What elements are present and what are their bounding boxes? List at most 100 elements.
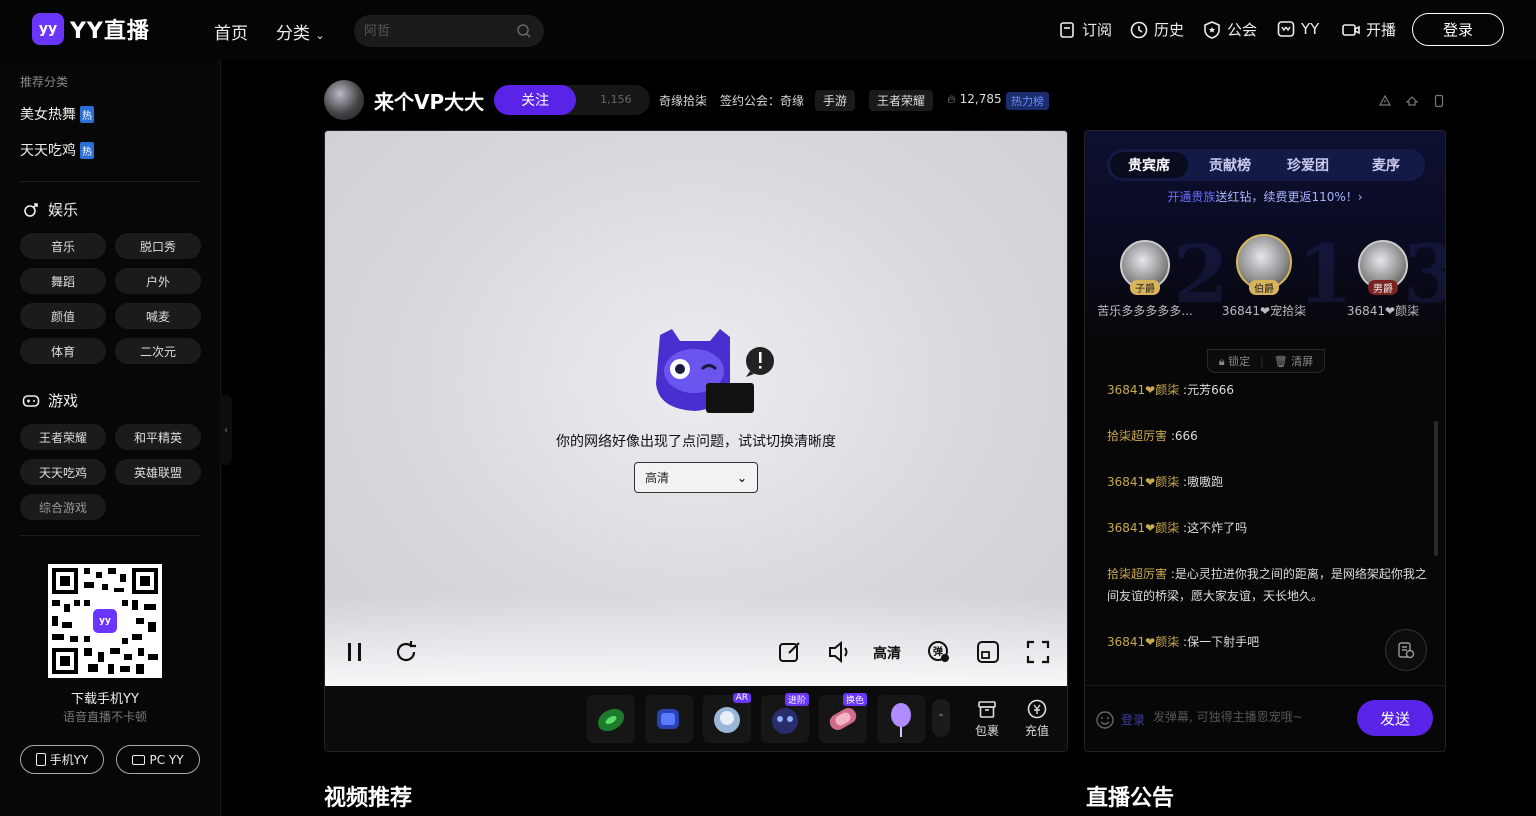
pc-yy-button[interactable]: PC YY xyxy=(116,745,200,774)
tab-fan-club[interactable]: 珍爱团 xyxy=(1269,149,1347,181)
nav-subscribe[interactable]: 订阅 xyxy=(1057,19,1112,40)
divider xyxy=(20,535,200,536)
heat-rank-badge[interactable]: 热力榜 xyxy=(1006,92,1049,110)
login-tag[interactable]: 登录 xyxy=(1121,711,1145,728)
channel-name[interactable]: 奇缘拾柒 xyxy=(659,92,707,109)
chip-anime[interactable]: 二次元 xyxy=(115,338,201,364)
chat-filter-button[interactable] xyxy=(1385,629,1427,671)
nav-category[interactable]: 分类 ⌄ xyxy=(276,19,325,44)
volume-button[interactable] xyxy=(825,637,855,667)
bag-button[interactable]: 包裹 xyxy=(967,698,1007,739)
recharge-button[interactable]: 充值 xyxy=(1017,698,1057,739)
quality-select[interactable]: 高清 ⌄ xyxy=(634,462,758,493)
pip-button[interactable] xyxy=(973,637,1003,667)
vip-seat[interactable]: 男爵 36841❤颜柒 xyxy=(1328,240,1438,319)
rank-header: 贵宾席 贡献榜 珍爱团 麦序 开通贵族送红钻，续费更返110%！› 2 1 3 … xyxy=(1085,131,1445,351)
noble-promo[interactable]: 开通贵族送红钻，续费更返110%！› xyxy=(1085,188,1445,205)
chip-kings[interactable]: 王者荣耀 xyxy=(20,424,106,450)
chat-user[interactable]: 36841❤颜柒 xyxy=(1107,521,1179,535)
mobile-yy-button[interactable]: 手机YY xyxy=(20,745,104,774)
chip-dance[interactable]: 舞蹈 xyxy=(20,268,106,294)
video-recommend-title: 视频推荐 xyxy=(324,786,413,811)
vip-seat[interactable]: 伯爵 36841❤宠拾柒 xyxy=(1209,234,1319,319)
pause-button[interactable] xyxy=(340,637,370,667)
gift-balloon-icon xyxy=(891,703,911,737)
picture-in-picture-icon xyxy=(977,641,999,663)
danmu-input[interactable] xyxy=(1153,710,1343,724)
chat-text: 保一下射手吧 xyxy=(1187,635,1260,649)
live-notice-title: 直播公告 xyxy=(1086,786,1175,811)
gamepad-icon xyxy=(22,394,40,407)
pause-icon xyxy=(348,643,361,661)
sidebar-hot-item[interactable]: 美女热舞 热 xyxy=(20,104,94,124)
guild-name[interactable]: 签约公会：奇缘 xyxy=(720,92,804,109)
chip-shout[interactable]: 喊麦 xyxy=(115,303,201,329)
phone-icon[interactable] xyxy=(1432,94,1446,108)
gift-item[interactable]: 进阶 xyxy=(761,693,809,743)
gift-item[interactable] xyxy=(877,695,925,743)
login-button[interactable]: 登录 xyxy=(1412,13,1504,46)
gift-item[interactable] xyxy=(645,695,693,743)
follow-group: 关注 1,156 xyxy=(494,85,651,115)
share-icon[interactable] xyxy=(1405,94,1419,108)
gift-glove-icon xyxy=(657,709,679,729)
chat-user[interactable]: 拾柒超厉害 xyxy=(1107,567,1167,581)
danmu-toggle-button[interactable]: 弹 xyxy=(924,637,954,667)
chat-user[interactable]: 36841❤颜柒 xyxy=(1107,475,1179,489)
edit-button[interactable] xyxy=(775,637,805,667)
promo-link[interactable]: 开通贵族 xyxy=(1167,190,1215,204)
chat-scrollbar[interactable] xyxy=(1434,421,1438,556)
nav-home[interactable]: 首页 xyxy=(214,19,248,44)
streamer-avatar[interactable] xyxy=(324,80,364,120)
clear-button[interactable]: 🗑︎ 清屏 xyxy=(1274,353,1313,369)
chip-general-games[interactable]: 综合游戏 xyxy=(20,494,106,520)
tag-kings[interactable]: 王者荣耀 xyxy=(869,90,934,111)
search-input[interactable] xyxy=(364,23,504,39)
qr-code: yy xyxy=(48,564,162,678)
follow-button[interactable]: 关注 xyxy=(494,85,577,115)
chip-sports[interactable]: 体育 xyxy=(20,338,106,364)
bookmark-icon xyxy=(1060,21,1074,38)
chip-pubg[interactable]: 天天吃鸡 xyxy=(20,459,106,485)
chat-message: 36841❤颜柒 :这不炸了吗 xyxy=(1107,521,1248,535)
seat-name: 36841❤宠拾柒 xyxy=(1221,304,1307,318)
chip-lol[interactable]: 英雄联盟 xyxy=(115,459,201,485)
chat-user[interactable]: 拾柒超厉害 xyxy=(1107,429,1167,443)
sidebar-title: 推荐分类 xyxy=(20,75,69,89)
send-button[interactable]: 发送 xyxy=(1357,700,1433,736)
sidebar-collapse-button[interactable]: ‹ xyxy=(220,395,232,465)
lock-button[interactable]: 🔒︎ 锁定 xyxy=(1219,353,1250,369)
chip-outdoor[interactable]: 户外 xyxy=(115,268,201,294)
gift-item[interactable]: 换色 xyxy=(819,693,867,743)
vip-seat[interactable]: 子爵 苦乐多多多多多... xyxy=(1090,240,1200,319)
chat-user[interactable]: 36841❤颜柒 xyxy=(1107,635,1179,649)
gift-item[interactable]: AR xyxy=(703,693,751,743)
fullscreen-icon xyxy=(1026,640,1050,664)
search-box[interactable] xyxy=(354,15,544,47)
gift-item[interactable] xyxy=(587,695,635,743)
tab-mic-queue[interactable]: 麦序 xyxy=(1347,149,1425,181)
nav-history[interactable]: 历史 xyxy=(1129,19,1184,40)
nav-broadcast[interactable]: 开播 xyxy=(1341,19,1396,40)
tab-vip[interactable]: 贵宾席 xyxy=(1110,152,1188,178)
refresh-button[interactable] xyxy=(391,637,421,667)
tag-mobile-game[interactable]: 手游 xyxy=(815,90,856,111)
chip-looks[interactable]: 颜值 xyxy=(20,303,106,329)
fullscreen-button[interactable] xyxy=(1023,637,1053,667)
logo[interactable]: yy YY直播 xyxy=(32,13,150,45)
nav-guild[interactable]: 公会 xyxy=(1202,19,1257,40)
video-area[interactable]: 你的网络好像出现了点问题，试试切换清晰度 高清 ⌄ 高清 弹 xyxy=(325,131,1067,686)
chat-user[interactable]: 36841❤颜柒 xyxy=(1107,383,1179,397)
download-title: 下载手机YY xyxy=(71,692,139,707)
tab-contribution[interactable]: 贡献榜 xyxy=(1191,149,1269,181)
report-icon[interactable] xyxy=(1378,94,1392,108)
chip-talkshow[interactable]: 脱口秀 xyxy=(115,233,201,259)
gift-expand-button[interactable]: ⌃ xyxy=(932,699,950,737)
emoji-icon[interactable] xyxy=(1095,710,1115,730)
nav-yy[interactable]: YY xyxy=(1276,19,1319,39)
chip-music[interactable]: 音乐 xyxy=(20,233,106,259)
quality-toggle[interactable]: 高清 xyxy=(873,643,901,663)
chip-peace[interactable]: 和平精英 xyxy=(115,424,201,450)
search-icon[interactable] xyxy=(516,23,532,39)
sidebar-hot-item[interactable]: 天天吃鸡 热 xyxy=(20,140,94,160)
